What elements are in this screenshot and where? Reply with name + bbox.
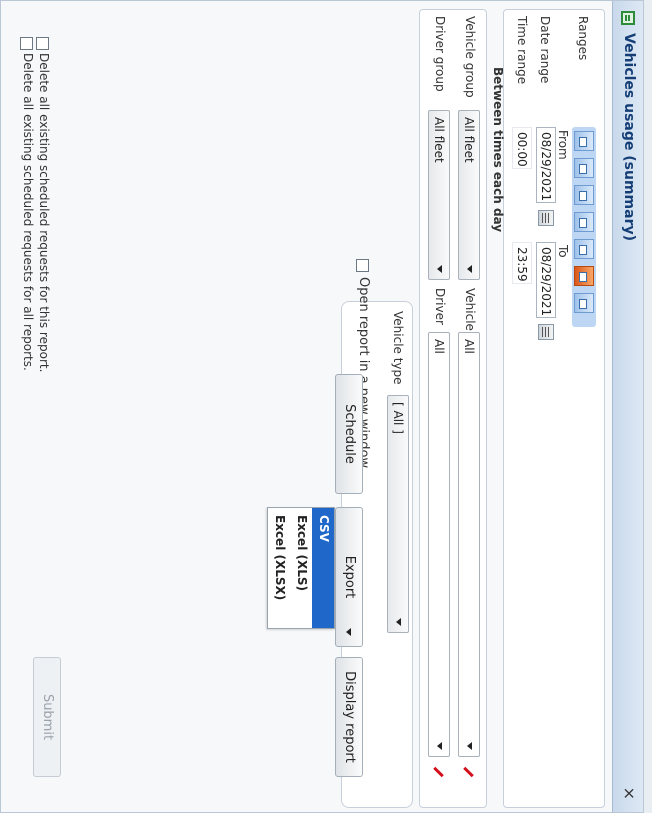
time-to-input[interactable]: 23:59	[512, 242, 532, 284]
rotated-screen: Vehicles usage (summary) × Ranges From T…	[0, 0, 652, 813]
export-option-csv[interactable]: CSV	[312, 508, 334, 628]
export-button[interactable]: Export	[335, 507, 363, 647]
ranges-label: Ranges	[576, 16, 590, 61]
delete-this-report-checkbox[interactable]	[36, 37, 49, 50]
from-label: From	[556, 130, 570, 160]
close-button[interactable]: ×	[620, 787, 639, 800]
vehicle-type-select[interactable]: [ All ]	[387, 395, 409, 633]
time-range-label: Time range	[515, 16, 529, 85]
pin-icon[interactable]	[432, 764, 446, 778]
driver-group-value: All fleet	[432, 117, 446, 163]
range-today-button[interactable]	[574, 131, 594, 151]
driver-select[interactable]: All	[428, 332, 450, 757]
calendar-icon[interactable]	[538, 210, 554, 226]
dialog-title: Vehicles usage (summary)	[621, 33, 637, 242]
vehicle-group-select[interactable]: All fleet	[458, 110, 480, 280]
vehicle-type-label: Vehicle type	[391, 311, 405, 385]
vehicle-value: All	[462, 339, 476, 354]
pin-icon[interactable]	[462, 764, 476, 778]
delete-all-reports-label: Delete all existing scheduled requests f…	[21, 53, 35, 371]
export-label: Export	[342, 555, 357, 599]
chevron-down-icon	[467, 742, 472, 750]
range-last-month-button[interactable]	[574, 266, 594, 286]
chevron-down-icon	[346, 628, 351, 636]
display-report-button[interactable]: Display report	[335, 657, 363, 777]
chevron-down-icon	[437, 742, 442, 750]
driver-group-select[interactable]: All fleet	[428, 110, 450, 280]
export-menu: CSV Excel (XLS) Excel (XLSX)	[267, 507, 335, 629]
ranges-button-group	[572, 127, 596, 327]
schedule-button[interactable]: Schedule	[335, 374, 363, 494]
date-to-input[interactable]: 08/29/2021	[536, 242, 556, 318]
to-label: To	[556, 245, 570, 258]
title-bar: Vehicles usage (summary) ×	[612, 1, 643, 812]
vehicle-select[interactable]: All	[458, 332, 480, 757]
delete-all-reports-checkbox[interactable]	[20, 37, 33, 50]
range-this-week-button[interactable]	[574, 185, 594, 205]
time-from-input[interactable]: 00:00	[512, 127, 532, 169]
export-option-xls[interactable]: Excel (XLS)	[290, 508, 312, 628]
driver-value: All	[432, 339, 446, 354]
vehicle-group-value: All fleet	[462, 117, 476, 163]
open-new-window-checkbox[interactable]	[356, 259, 369, 272]
vehicle-type-value: [ All ]	[391, 402, 405, 434]
date-time-panel: Ranges From To Date range 08/29/2021 08/…	[503, 9, 605, 808]
between-times-label: Between times each day	[491, 67, 505, 233]
range-yesterday-button[interactable]	[574, 158, 594, 178]
export-option-xlsx[interactable]: Excel (XLSX)	[268, 508, 290, 628]
driver-group-label: Driver group	[433, 16, 447, 92]
delete-this-report-label: Delete all existing scheduled requests f…	[37, 53, 51, 373]
chevron-down-icon	[396, 618, 401, 626]
submit-button[interactable]: Submit	[33, 657, 61, 777]
chevron-down-icon	[467, 265, 472, 273]
filters-panel: Vehicle group All fleet Vehicle All Driv…	[419, 9, 487, 808]
date-from-input[interactable]: 08/29/2021	[536, 127, 556, 203]
range-last-week-button[interactable]	[574, 212, 594, 232]
calendar-icon[interactable]	[538, 324, 554, 340]
report-icon	[621, 11, 635, 25]
report-dialog: Vehicles usage (summary) × Ranges From T…	[0, 0, 644, 813]
range-custom-button[interactable]	[574, 293, 594, 313]
range-this-month-button[interactable]	[574, 239, 594, 259]
driver-label: Driver	[433, 288, 447, 325]
vehicle-group-label: Vehicle group	[463, 16, 477, 98]
chevron-down-icon	[437, 265, 442, 273]
date-range-label: Date range	[538, 16, 552, 84]
vehicle-label: Vehicle	[463, 288, 477, 331]
